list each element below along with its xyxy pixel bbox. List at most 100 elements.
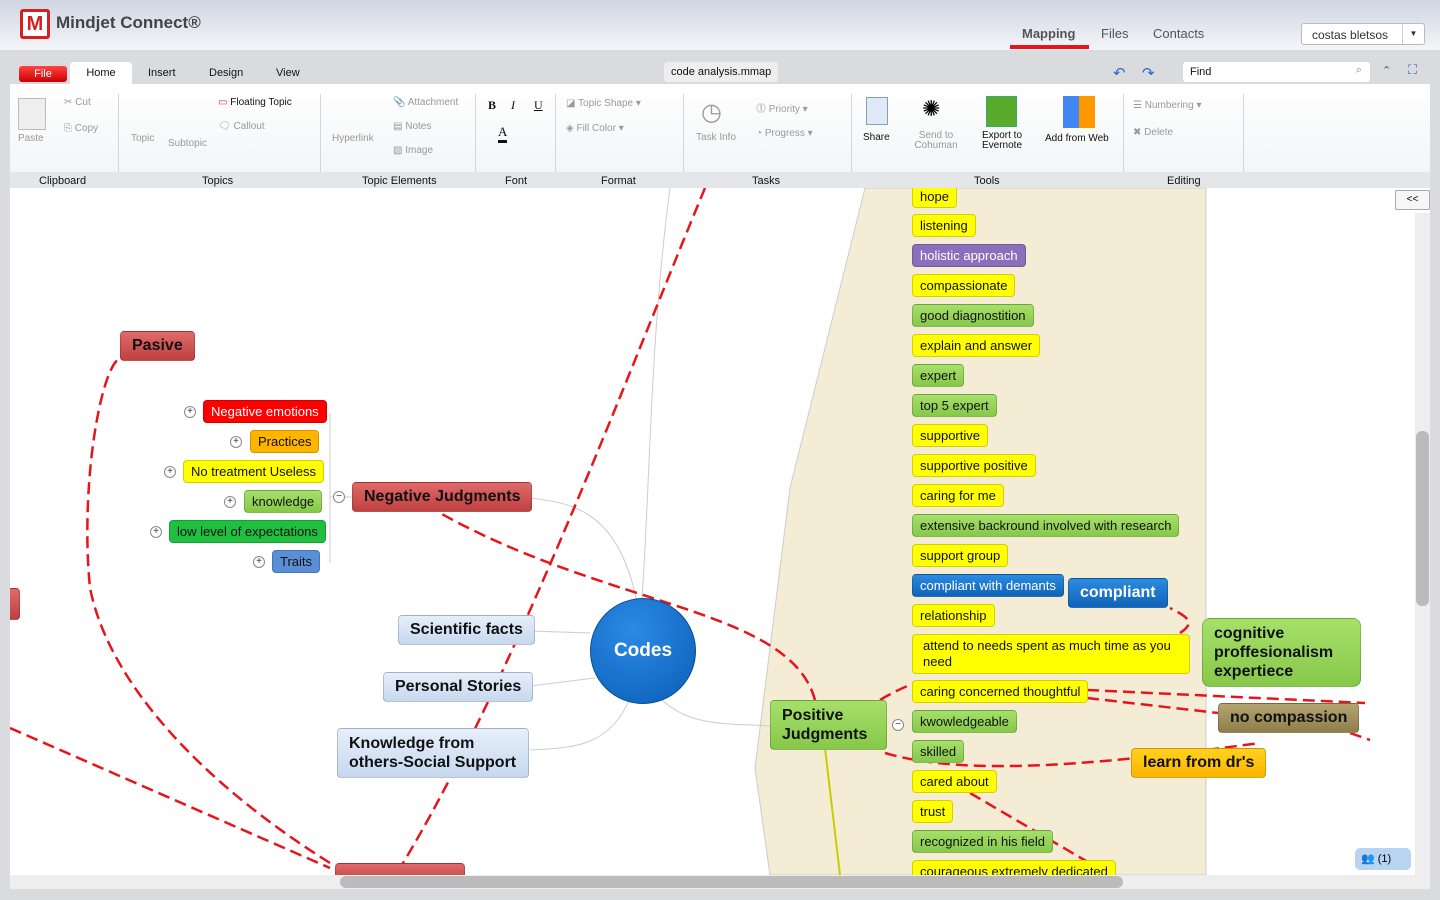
topic-positive-child[interactable]: extensive backround involved with resear… [912, 514, 1180, 537]
fullscreen-icon[interactable]: ⛶ [1408, 62, 1417, 78]
mind-map-canvas[interactable]: Codes Pasive Negative Judgments − Negati… [10, 188, 1430, 875]
topic-positive-child[interactable]: attend to needs spent as much time as yo… [912, 634, 1190, 674]
central-topic[interactable]: Codes [590, 598, 696, 704]
expand-icon[interactable]: + [164, 466, 176, 478]
topic-positive-child[interactable]: cared about [912, 770, 997, 793]
image-button[interactable]: ▧ Image [393, 145, 433, 156]
topic-personal-stories[interactable]: Personal Stories [383, 672, 534, 702]
topic-pasive[interactable]: Pasive [120, 331, 195, 361]
topic-traits[interactable]: Traits [272, 550, 321, 573]
tab-home[interactable]: Home [70, 62, 132, 84]
bold-button[interactable]: B [488, 98, 496, 113]
horizontal-scrollbar[interactable] [10, 875, 1430, 889]
copy-button[interactable]: ⎘ Copy [64, 123, 98, 134]
topic-positive-child[interactable]: compliant with demants [912, 574, 1064, 597]
hyperlink-button[interactable]: Hyperlink [332, 133, 374, 144]
topic-negative-judgments[interactable]: Negative Judgments [352, 482, 533, 512]
topic-knowledge-from-others[interactable]: Knowledge from others-Social Support [337, 728, 529, 778]
topic-positive-child[interactable]: courageous extremely dedicated [912, 860, 1116, 875]
topic-learn-from-drs[interactable]: learn from dr's [1131, 748, 1267, 778]
topic-positive-child[interactable]: expert [912, 364, 965, 387]
priority-button[interactable]: ⓵ Priority ▾ [756, 100, 808, 115]
attachment-button[interactable]: 📎 Attachment [393, 97, 458, 108]
topic-scientific-facts[interactable]: Scientific facts [398, 615, 535, 645]
topic-positive-child[interactable]: trust [912, 800, 954, 823]
topic-shape-button[interactable]: ◪ Topic Shape ▾ [566, 98, 641, 109]
undo-icon[interactable]: ↶ [1113, 64, 1126, 82]
topic-positive-child[interactable]: explain and answer [912, 334, 1041, 357]
topic-positive-child[interactable]: skilled [912, 740, 965, 763]
nav-contacts[interactable]: Contacts [1153, 26, 1204, 41]
topic-positive-child[interactable]: kwowledgeable [912, 710, 1017, 733]
tab-file[interactable]: File [19, 66, 67, 82]
share-button[interactable]: Share [863, 132, 890, 143]
topic-positive-judgments[interactable]: Positive Judgments [770, 700, 887, 750]
chevron-down-icon[interactable]: ▼ [1402, 24, 1424, 44]
tab-design[interactable]: Design [209, 62, 243, 84]
collapse-panel-button[interactable]: << [1395, 190, 1430, 210]
topic-positive-child[interactable]: listening [912, 214, 976, 237]
expand-icon[interactable]: + [230, 436, 242, 448]
add-from-web-button[interactable]: Add from Web [1045, 133, 1109, 144]
document-tab[interactable]: code analysis.mmap [664, 62, 779, 82]
tab-insert[interactable]: Insert [148, 62, 176, 84]
topic-positive-child[interactable]: relationship [912, 604, 995, 627]
expand-icon[interactable]: + [224, 496, 236, 508]
topic-compliant[interactable]: compliant [1068, 578, 1168, 608]
topic-positive-child[interactable]: compassionate [912, 274, 1016, 297]
underline-button[interactable]: U [534, 98, 543, 113]
topic-positive-child[interactable]: hope [912, 188, 957, 208]
export-to-evernote-button[interactable]: Export to Evernote [979, 131, 1025, 151]
subtopic-button[interactable]: Subtopic [168, 138, 207, 149]
topic-positive-child[interactable]: top 5 expert [912, 394, 997, 417]
topic-offscreen[interactable] [10, 588, 20, 620]
redo-icon[interactable]: ↷ [1142, 64, 1155, 82]
paste-button[interactable]: Paste [18, 133, 44, 144]
topic-cognitive-professionalism[interactable]: cognitive proffesionalism expertiece [1202, 618, 1361, 687]
collapse-icon[interactable]: − [892, 719, 904, 731]
topic-knowledge[interactable]: knowledge [244, 490, 323, 513]
topic-button[interactable]: Topic [131, 133, 154, 144]
cut-button[interactable]: ✂ Cut [64, 97, 91, 108]
online-users-badge[interactable]: 👥 (1) [1355, 848, 1411, 870]
nav-files[interactable]: Files [1101, 26, 1128, 41]
topic-low-expectations[interactable]: low level of expectations [169, 520, 326, 543]
topic-positive-child[interactable]: recognized in his field [912, 830, 1054, 853]
vertical-scrollbar[interactable] [1415, 213, 1430, 875]
task-info-button[interactable]: Task Info [696, 132, 736, 143]
topic-no-compassion[interactable]: no compassion [1218, 703, 1360, 733]
topic-positive-child[interactable]: supportive positive [912, 454, 1036, 477]
font-color-button[interactable]: A [498, 124, 508, 143]
delete-button[interactable]: ✖ Delete [1133, 127, 1173, 138]
fill-color-button[interactable]: ◈ Fill Color ▾ [566, 123, 624, 134]
expand-icon[interactable]: + [253, 556, 265, 568]
topic-positive-child[interactable]: good diagnostition [912, 304, 1034, 327]
search-icon[interactable]: ⌕ [1356, 64, 1362, 77]
collapse-ribbon-icon[interactable]: ⌃ [1382, 64, 1391, 77]
vertical-scroll-thumb[interactable] [1416, 431, 1429, 606]
topic-no-treatment[interactable]: No treatment Useless [183, 460, 324, 483]
topic-positive-child[interactable]: caring for me [912, 484, 1004, 507]
expand-icon[interactable]: + [184, 406, 196, 418]
progress-button[interactable]: ◔ Progress ▾ [756, 128, 813, 139]
topic-positive-child[interactable]: support group [912, 544, 1009, 567]
floating-topic-button[interactable]: ▭ Floating Topic [218, 97, 292, 108]
expand-icon[interactable]: + [150, 526, 162, 538]
callout-button[interactable]: 🗨 Callout [218, 121, 265, 132]
user-menu[interactable]: costas bletsos ▼ [1301, 23, 1425, 45]
topic-positive-child[interactable]: supportive [912, 424, 988, 447]
collapse-icon[interactable]: − [333, 491, 345, 503]
topic-positive-child[interactable]: holistic approach [912, 244, 1026, 267]
italic-button[interactable]: I [511, 98, 515, 113]
topic-negative-emotions[interactable]: Negative emotions [203, 400, 327, 423]
horizontal-scroll-thumb[interactable] [340, 876, 1123, 888]
send-to-cohuman-button[interactable]: Send to Cohuman [911, 131, 961, 151]
nav-mapping[interactable]: Mapping [1022, 26, 1075, 41]
topic-positive-child[interactable]: caring concerned thoughtful [912, 680, 1089, 703]
topic-practices[interactable]: Practices [250, 430, 320, 453]
numbering-button[interactable]: ☰ Numbering ▾ [1133, 100, 1201, 111]
notes-button[interactable]: ▤ Notes [393, 121, 431, 132]
find-input[interactable]: Find ⌕ [1183, 62, 1370, 82]
topic-offscreen[interactable] [335, 863, 465, 875]
tab-view[interactable]: View [276, 62, 300, 84]
